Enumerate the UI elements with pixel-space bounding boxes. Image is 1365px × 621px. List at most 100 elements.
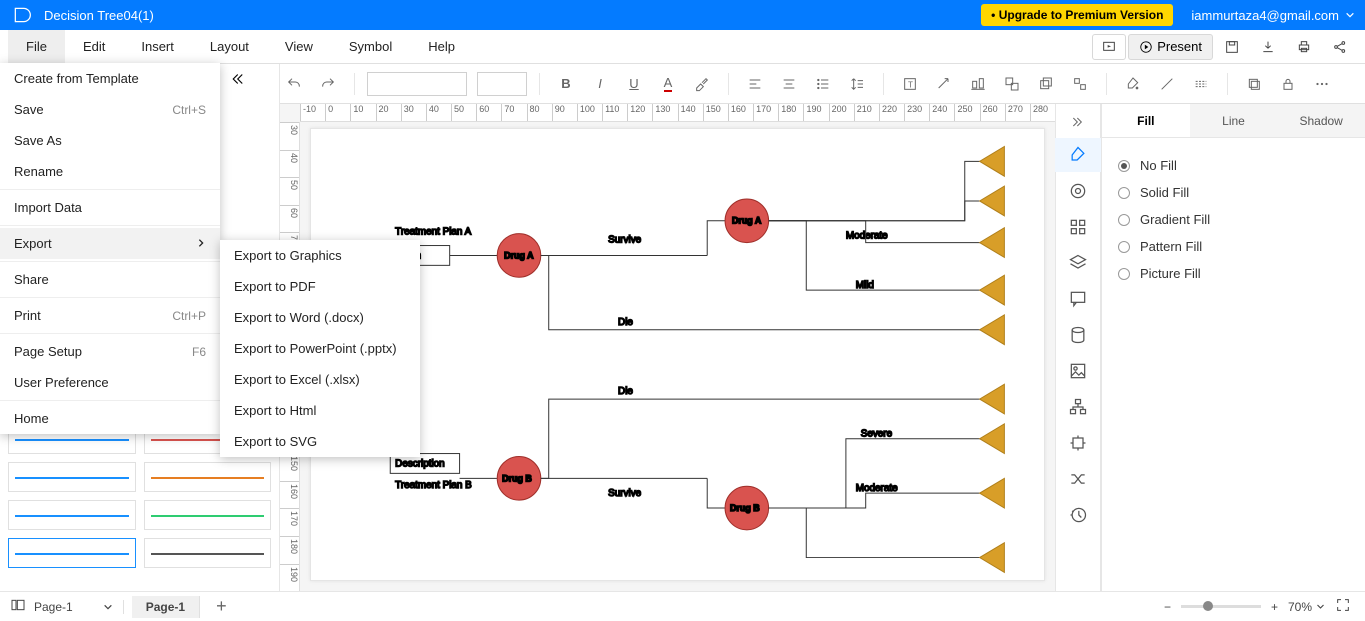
text-tool-button[interactable]: T	[896, 70, 924, 98]
fill-option-solid[interactable]: Solid Fill	[1118, 179, 1349, 206]
shape-thumb[interactable]	[8, 500, 136, 530]
menu-export[interactable]: Export	[0, 228, 220, 259]
tab-line[interactable]: Line	[1190, 104, 1278, 137]
share-icon[interactable]	[1323, 34, 1357, 60]
page-select[interactable]: Page-1	[34, 600, 124, 614]
expand-panel-icon[interactable]	[1056, 108, 1100, 136]
menu-import-data[interactable]: Import Data	[0, 192, 220, 223]
shape-thumb[interactable]	[144, 462, 272, 492]
collapse-panel-icon[interactable]	[228, 70, 246, 93]
menu-insert[interactable]: Insert	[123, 30, 192, 64]
menu-home[interactable]: Home	[0, 403, 220, 434]
export-pdf[interactable]: Export to PDF	[220, 271, 420, 302]
data-tab-icon[interactable]	[1055, 318, 1101, 352]
menu-create-template[interactable]: Create from Template	[0, 63, 220, 94]
size-button[interactable]	[1066, 70, 1094, 98]
redo-button[interactable]	[314, 70, 342, 98]
fullscreen-button[interactable]	[1335, 597, 1351, 616]
export-graphics[interactable]: Export to Graphics	[220, 240, 420, 271]
line-color-button[interactable]	[1153, 70, 1181, 98]
line-style-button[interactable]	[1187, 70, 1215, 98]
fill-color-button[interactable]	[1119, 70, 1147, 98]
shape-thumb[interactable]	[144, 538, 272, 568]
font-color-button[interactable]: A	[654, 70, 682, 98]
export-svg[interactable]: Export to SVG	[220, 426, 420, 457]
group-button[interactable]	[998, 70, 1026, 98]
upgrade-button[interactable]: • Upgrade to Premium Version	[981, 4, 1173, 26]
image-tab-icon[interactable]	[1055, 354, 1101, 388]
org-tab-icon[interactable]	[1055, 390, 1101, 424]
outline-tab-icon[interactable]	[1055, 174, 1101, 208]
print-icon[interactable]	[1287, 34, 1321, 60]
pages-icon[interactable]	[10, 597, 26, 616]
undo-button[interactable]	[280, 70, 308, 98]
menu-view[interactable]: View	[267, 30, 331, 64]
svg-text:Drug B: Drug B	[502, 473, 532, 483]
add-page-button[interactable]: +	[208, 596, 235, 617]
svg-text:Drug A: Drug A	[504, 250, 534, 260]
svg-text:Die: Die	[618, 386, 633, 397]
tab-fill[interactable]: Fill	[1102, 104, 1190, 137]
present-label: Present	[1157, 34, 1202, 60]
connector-button[interactable]	[930, 70, 958, 98]
zoom-out-button[interactable]: −	[1164, 600, 1171, 614]
style-tab-icon[interactable]	[1055, 138, 1101, 172]
download-icon[interactable]	[1251, 34, 1285, 60]
comment-tab-icon[interactable]	[1055, 282, 1101, 316]
fill-option-pattern[interactable]: Pattern Fill	[1118, 233, 1349, 260]
menu-help[interactable]: Help	[410, 30, 473, 64]
history-tab-icon[interactable]	[1055, 498, 1101, 532]
font-family-select[interactable]	[367, 72, 467, 96]
save-icon[interactable]	[1215, 34, 1249, 60]
more-button[interactable]	[1308, 70, 1336, 98]
drawing-page[interactable]: tion Treatment Plan A Drug A Survive Dru…	[310, 128, 1045, 581]
fill-option-picture[interactable]: Picture Fill	[1118, 260, 1349, 287]
highlight-button[interactable]	[688, 70, 716, 98]
line-spacing-button[interactable]	[843, 70, 871, 98]
align-objects-button[interactable]	[964, 70, 992, 98]
arrange-button[interactable]	[1032, 70, 1060, 98]
menu-symbol[interactable]: Symbol	[331, 30, 410, 64]
shuffle-tab-icon[interactable]	[1055, 462, 1101, 496]
menu-share[interactable]: Share	[0, 264, 220, 295]
page-tab[interactable]: Page-1	[132, 596, 200, 618]
menu-page-setup[interactable]: Page SetupF6	[0, 336, 220, 367]
menu-user-preference[interactable]: User Preference	[0, 367, 220, 398]
fill-option-none[interactable]: No Fill	[1118, 152, 1349, 179]
align-v-button[interactable]	[775, 70, 803, 98]
fill-option-gradient[interactable]: Gradient Fill	[1118, 206, 1349, 233]
zoom-slider[interactable]	[1181, 605, 1261, 608]
menu-layout[interactable]: Layout	[192, 30, 267, 64]
bold-button[interactable]: B	[552, 70, 580, 98]
user-menu[interactable]: iammurtaza4@gmail.com	[1191, 8, 1355, 23]
shape-thumb[interactable]	[144, 500, 272, 530]
shape-thumb[interactable]	[8, 462, 136, 492]
shadow-button[interactable]	[1240, 70, 1268, 98]
shape-thumb[interactable]	[8, 538, 136, 568]
properties-tabs: Fill Line Shadow	[1102, 104, 1365, 138]
lock-button[interactable]	[1274, 70, 1302, 98]
menu-save[interactable]: SaveCtrl+S	[0, 94, 220, 125]
menu-file[interactable]: File	[8, 30, 65, 64]
tab-shadow[interactable]: Shadow	[1277, 104, 1365, 137]
menu-edit[interactable]: Edit	[65, 30, 123, 64]
export-word[interactable]: Export to Word (.docx)	[220, 302, 420, 333]
zoom-level[interactable]: 70%	[1288, 600, 1325, 614]
export-html[interactable]: Export to Html	[220, 395, 420, 426]
present-button[interactable]: Present	[1128, 34, 1213, 60]
underline-button[interactable]: U	[620, 70, 648, 98]
grid-tab-icon[interactable]	[1055, 210, 1101, 244]
font-size-select[interactable]	[477, 72, 527, 96]
menu-rename[interactable]: Rename	[0, 156, 220, 187]
export-powerpoint[interactable]: Export to PowerPoint (.pptx)	[220, 333, 420, 364]
italic-button[interactable]: I	[586, 70, 614, 98]
menu-save-as[interactable]: Save As	[0, 125, 220, 156]
bullets-button[interactable]	[809, 70, 837, 98]
layers-tab-icon[interactable]	[1055, 246, 1101, 280]
align-h-button[interactable]	[741, 70, 769, 98]
export-excel[interactable]: Export to Excel (.xlsx)	[220, 364, 420, 395]
position-tab-icon[interactable]	[1055, 426, 1101, 460]
menu-print[interactable]: PrintCtrl+P	[0, 300, 220, 331]
slideshow-icon[interactable]	[1092, 34, 1126, 60]
zoom-in-button[interactable]: +	[1271, 600, 1278, 614]
